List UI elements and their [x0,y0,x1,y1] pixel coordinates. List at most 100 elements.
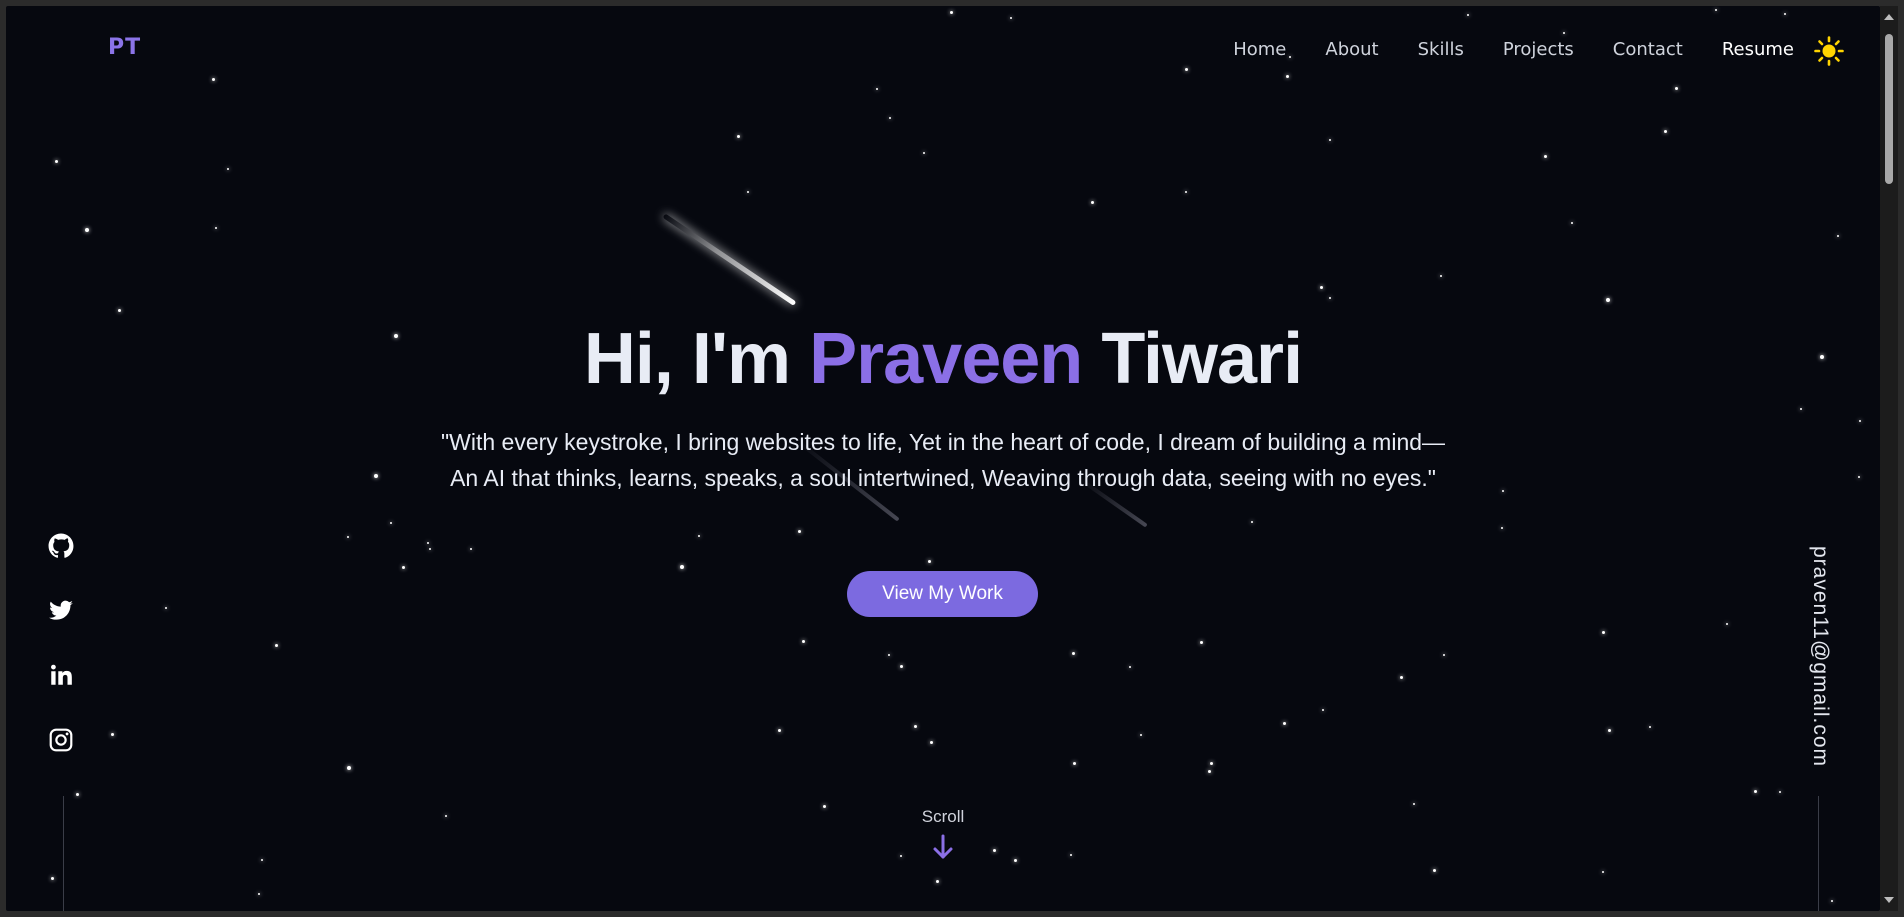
star [258,893,260,895]
star [1502,490,1504,492]
star [680,565,684,569]
star [928,560,931,563]
scroll-up-arrow[interactable] [1884,14,1894,20]
star [1329,297,1331,299]
star [347,766,351,770]
hero-quote: "With every keystroke, I bring websites … [440,429,1446,491]
star [1784,13,1786,15]
star [1715,9,1717,11]
scroll-indicator[interactable]: Scroll [6,807,1880,861]
star [900,665,903,668]
star [76,793,79,796]
email-link[interactable]: praven11@gmail.com [1809,546,1832,767]
sun-icon [1814,36,1844,66]
nav-about[interactable]: About [1325,39,1378,60]
star [888,654,890,656]
hero-greeting: Hi, I'm [583,319,791,399]
star [1185,68,1188,71]
scroll-down-arrow[interactable] [1884,897,1894,903]
linkedin-icon [51,664,72,685]
star [737,135,740,138]
nav-skills[interactable]: Skills [1418,39,1464,60]
star [1858,476,1860,478]
star [923,152,925,154]
star [1443,654,1445,656]
star [275,644,278,647]
star [802,640,805,643]
star [1200,641,1203,644]
star [1073,762,1076,765]
star [936,880,939,883]
star [1754,790,1757,793]
star [1467,14,1469,16]
star [227,168,229,170]
star [55,160,58,163]
star [1563,32,1565,34]
star [1602,631,1605,634]
hero-title: Hi, I'm Praveen Tiwari [6,318,1880,400]
twitter-icon [49,600,73,620]
github-icon [48,533,74,558]
star [1433,869,1436,872]
star [1185,191,1187,193]
hero-first-name: Praveen [809,319,1083,399]
star [930,741,933,744]
star [51,877,54,880]
star [374,474,378,478]
instagram-link[interactable] [48,727,76,755]
star [1140,734,1142,736]
nav-home[interactable]: Home [1233,39,1286,60]
star [215,227,217,229]
star [402,566,405,569]
star [1091,201,1094,204]
star [889,117,891,119]
nav-resume[interactable]: Resume [1722,39,1794,60]
hero-viewport: PT Home About Skills Projects Contact Re… [6,6,1880,911]
star [111,733,114,736]
star [429,548,431,550]
star [1602,871,1604,873]
twitter-link[interactable] [48,598,76,626]
star [698,535,700,537]
star [1571,222,1573,224]
star [1649,726,1651,728]
shooting-star [662,213,797,306]
star [1859,420,1861,422]
view-my-work-button[interactable]: View My Work [847,571,1038,617]
nav-projects[interactable]: Projects [1503,39,1574,60]
star [390,522,392,524]
star [347,536,349,538]
star [876,88,878,90]
nav-contact[interactable]: Contact [1613,39,1683,60]
star [950,11,953,14]
star [1320,286,1323,289]
star [1608,729,1611,732]
scroll-thumb[interactable] [1885,34,1893,184]
star [798,530,801,533]
star [85,228,89,232]
star [1208,770,1211,773]
star [1831,900,1833,902]
star [427,542,429,544]
star [778,729,781,732]
github-link[interactable] [48,533,76,561]
star [1400,676,1403,679]
star [1664,130,1667,133]
star [470,548,472,550]
star [118,309,121,312]
star [1779,791,1781,793]
star [1322,709,1324,711]
logo[interactable]: PT [108,35,141,60]
arrow-down-icon [933,834,953,859]
email-text[interactable]: praven11@gmail.com [1808,546,1832,767]
star [1544,155,1547,158]
theme-toggle[interactable] [1814,36,1844,66]
star [1210,762,1213,765]
star [1501,527,1503,529]
linkedin-link[interactable] [48,662,76,690]
star [1329,139,1331,141]
scroll-label: Scroll [921,807,965,826]
vertical-scrollbar[interactable] [1880,6,1898,911]
hero-last-name: Tiwari [1101,319,1303,399]
star [747,191,749,193]
